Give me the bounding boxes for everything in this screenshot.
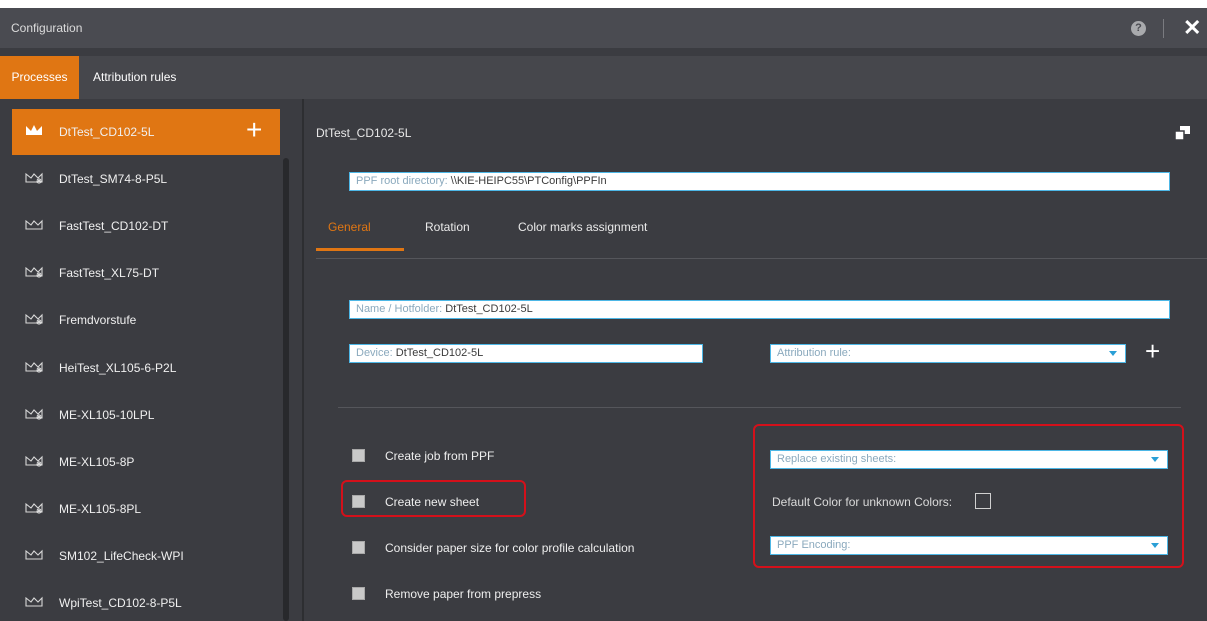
top-tab-bar: Processes Attribution rules bbox=[0, 56, 1207, 99]
line-star-icon bbox=[25, 455, 43, 467]
highlight-box bbox=[341, 480, 526, 517]
list-item-label: DtTest_SM74-8-P5L bbox=[59, 172, 168, 186]
list-item[interactable]: FastTest_CD102-DT bbox=[12, 203, 280, 249]
window-title: Configuration bbox=[11, 21, 83, 35]
list-item-label: ME-XL105-8P bbox=[59, 455, 135, 469]
device-value: DtTest_CD102-5L bbox=[395, 347, 484, 359]
list-item-label: WpiTest_CD102-8-P5L bbox=[59, 596, 182, 610]
ppf-root-directory-value: \\KIE-HEIPC55\PTConfig\PPFIn bbox=[450, 175, 607, 187]
detail-tab-bar: General Rotation Color marks assignment bbox=[316, 214, 1206, 251]
tab-attribution-rules[interactable]: Attribution rules bbox=[83, 56, 186, 99]
line-star-icon bbox=[25, 172, 43, 184]
list-item-label: HeiTest_XL105-6-P2L bbox=[59, 361, 177, 375]
title-separator bbox=[1163, 19, 1164, 38]
line-star-icon bbox=[25, 361, 43, 373]
list-item[interactable]: FastTest_XL75-DT bbox=[12, 250, 280, 296]
list-item[interactable]: DtTest_CD102-5L + bbox=[12, 109, 280, 155]
checkbox-label: Consider paper size for color profile ca… bbox=[385, 541, 635, 555]
list-item-label: FastTest_CD102-DT bbox=[59, 219, 169, 233]
attribution-rule-placeholder: Attribution rule: bbox=[777, 347, 851, 359]
chevron-down-icon bbox=[1109, 351, 1117, 356]
add-attribution-rule-icon[interactable]: + bbox=[1145, 338, 1160, 364]
list-item[interactable]: ME-XL105-8PL bbox=[12, 486, 280, 532]
tab-active-underline bbox=[316, 248, 404, 251]
device-field[interactable]: Device: DtTest_CD102-5L bbox=[349, 344, 703, 363]
ppf-root-directory-field[interactable]: PPF root directory: \\KIE-HEIPC55\PTConf… bbox=[349, 172, 1170, 191]
checkbox-box[interactable] bbox=[352, 587, 365, 600]
list-item[interactable]: DtTest_SM74-8-P5L bbox=[12, 156, 280, 202]
attribution-rule-select[interactable]: Attribution rule: bbox=[770, 344, 1126, 363]
process-list-panel: DtTest_CD102-5L + DtTest_SM74-8-P5L Fast… bbox=[0, 99, 302, 621]
line-icon bbox=[25, 596, 43, 607]
list-item[interactable]: Fremdvorstufe bbox=[12, 297, 280, 343]
checkbox-label: Create job from PPF bbox=[385, 449, 495, 463]
list-item[interactable]: WpiTest_CD102-8-P5L bbox=[12, 580, 280, 621]
list-item-label: ME-XL105-10LPL bbox=[59, 408, 155, 422]
list-item-label: Fremdvorstufe bbox=[59, 313, 137, 327]
tab-color-marks-assignment[interactable]: Color marks assignment bbox=[518, 214, 647, 251]
list-item[interactable]: ME-XL105-10LPL bbox=[12, 392, 280, 438]
section-divider bbox=[338, 407, 1181, 408]
list-item-label: SM102_LifeCheck-WPI bbox=[59, 549, 184, 563]
checkbox-box[interactable] bbox=[352, 449, 365, 462]
device-label: Device: bbox=[356, 347, 393, 359]
detach-window-icon[interactable] bbox=[1175, 126, 1190, 140]
list-item[interactable]: HeiTest_XL105-6-P2L bbox=[12, 345, 280, 391]
tab-bar-divider bbox=[316, 258, 1207, 259]
name-hotfolder-field[interactable]: Name / Hotfolder: DtTest_CD102-5L bbox=[349, 300, 1170, 319]
crown-icon bbox=[26, 125, 42, 135]
checkbox-box[interactable] bbox=[352, 541, 365, 554]
list-item[interactable]: ME-XL105-8P bbox=[12, 439, 280, 485]
configuration-window: Configuration ? ✕ Processes Attribution … bbox=[0, 8, 1207, 621]
checkbox-label: Remove paper from prepress bbox=[385, 587, 542, 601]
name-hotfolder-label: Name / Hotfolder: bbox=[356, 303, 443, 315]
detail-title: DtTest_CD102-5L bbox=[316, 126, 412, 140]
list-item[interactable]: SM102_LifeCheck-WPI bbox=[12, 533, 280, 579]
list-item-label: FastTest_XL75-DT bbox=[59, 266, 160, 280]
line-icon bbox=[25, 219, 43, 230]
process-list: DtTest_CD102-5L + DtTest_SM74-8-P5L Fast… bbox=[12, 109, 280, 621]
line-star-icon bbox=[25, 502, 43, 514]
process-list-scrollbar[interactable] bbox=[283, 158, 289, 621]
tab-rotation[interactable]: Rotation bbox=[425, 214, 470, 251]
line-star-icon bbox=[25, 313, 43, 325]
line-icon bbox=[25, 549, 43, 560]
line-star-icon bbox=[25, 408, 43, 420]
add-process-icon[interactable]: + bbox=[246, 114, 262, 146]
close-icon[interactable]: ✕ bbox=[1183, 17, 1201, 39]
highlight-box bbox=[753, 424, 1184, 568]
tab-general[interactable]: General bbox=[316, 214, 404, 251]
title-bar: Configuration ? ✕ bbox=[0, 8, 1207, 48]
name-hotfolder-value: DtTest_CD102-5L bbox=[445, 303, 533, 315]
ppf-root-directory-label: PPF root directory: bbox=[356, 175, 448, 187]
tab-general-label: General bbox=[328, 220, 371, 234]
list-item-label: DtTest_CD102-5L bbox=[59, 125, 155, 139]
tab-processes[interactable]: Processes bbox=[0, 56, 79, 99]
list-item-label: ME-XL105-8PL bbox=[59, 502, 142, 516]
help-icon[interactable]: ? bbox=[1131, 21, 1146, 36]
line-star-icon bbox=[25, 266, 43, 278]
process-detail-panel: DtTest_CD102-5L PPF root directory: \\KI… bbox=[304, 99, 1207, 621]
